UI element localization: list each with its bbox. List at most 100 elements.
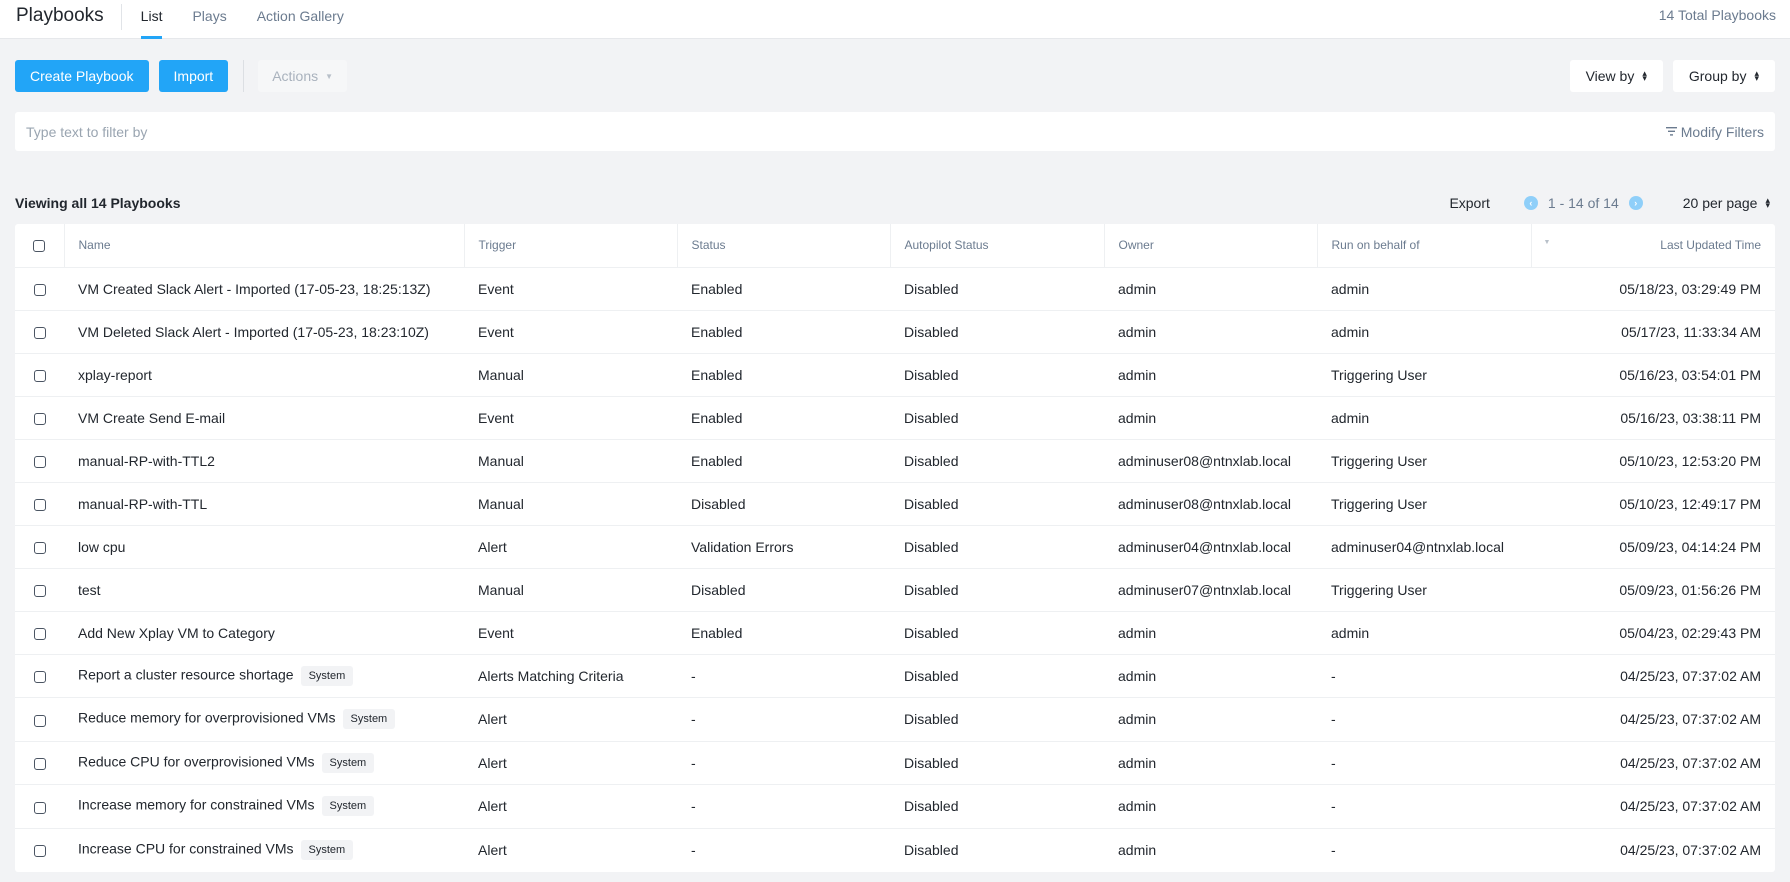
last-updated-cell: 05/16/23, 03:54:01 PM <box>1531 353 1775 397</box>
run-on-behalf-cell: admin <box>1317 611 1531 655</box>
table-row[interactable]: manual-RP-with-TTL Manual Disabled Disabled… <box>15 482 1775 526</box>
trigger-cell: Alert <box>464 697 677 742</box>
playbook-name-cell: Reduce memory for overprovisioned VMs Sys… <box>64 697 464 742</box>
last-updated-cell: 05/17/23, 11:33:34 AM <box>1531 310 1775 354</box>
column-header-trigger[interactable]: Trigger <box>464 224 678 268</box>
row-checkbox[interactable] <box>33 758 46 771</box>
row-checkbox[interactable] <box>33 455 46 468</box>
page-range: 1 - 14 of 14 <box>1547 195 1619 211</box>
row-checkbox[interactable] <box>33 801 46 814</box>
row-checkbox[interactable] <box>33 714 46 727</box>
run-on-behalf-cell: - <box>1317 697 1531 742</box>
owner-cell: adminuser08@ntnxlab.local <box>1104 439 1317 483</box>
table-row[interactable]: test Manual Disabled Disabled adminuser07@nt… <box>15 568 1775 612</box>
table-row[interactable]: Add New Xplay VM to Category Event Enabled… <box>15 611 1775 655</box>
autopilot-status-cell: Disabled <box>890 784 1104 829</box>
view-by-dropdown[interactable]: View by ▴ ▾ <box>1569 60 1663 92</box>
table-row[interactable]: VM Create Send E-mail Event Enabled Disable… <box>15 396 1775 440</box>
row-select-cell <box>15 784 64 829</box>
sort-descending-icon[interactable]: ▼ <box>1544 239 1551 246</box>
modify-filters-button[interactable]: Modify Filters <box>1665 123 1775 140</box>
playbook-name-link[interactable]: VM Create Send E-mail <box>78 410 225 426</box>
create-playbook-button[interactable]: Create Playbook <box>15 60 149 92</box>
system-badge: System <box>342 709 396 730</box>
system-badge: System <box>300 665 354 686</box>
owner-cell: admin <box>1104 310 1317 354</box>
table-row[interactable]: Increase memory for constrained VMs Syste… <box>15 784 1775 829</box>
group-by-dropdown[interactable]: Group by ▴ ▾ <box>1672 60 1775 92</box>
playbook-name-link[interactable]: Reduce CPU for overprovisioned VMs <box>78 753 315 769</box>
run-on-behalf-cell: - <box>1317 654 1531 698</box>
playbook-name-link[interactable]: test <box>78 582 101 598</box>
row-checkbox[interactable] <box>33 584 46 597</box>
playbook-name-link[interactable]: Increase memory for constrained VMs <box>78 797 315 813</box>
playbook-name-link[interactable]: Increase CPU for constrained VMs <box>78 841 294 857</box>
autopilot-status-cell: Disabled <box>890 439 1104 483</box>
column-header-owner[interactable]: Owner <box>1104 224 1318 268</box>
playbook-name-link[interactable]: Add New Xplay VM to Category <box>78 625 275 641</box>
column-header-status[interactable]: Status <box>677 224 891 268</box>
row-checkbox[interactable] <box>33 671 46 684</box>
row-checkbox[interactable] <box>33 541 46 554</box>
table-row[interactable]: xplay-report Manual Enabled Disabled admin Tr… <box>15 353 1775 397</box>
tab-list[interactable]: List <box>140 0 162 39</box>
run-on-behalf-cell: - <box>1331 842 1336 858</box>
table-row[interactable]: manual-RP-with-TTL2 Manual Enabled Disabled… <box>15 439 1775 483</box>
sort-updown-icon: ▴ ▾ <box>1642 68 1647 83</box>
row-checkbox[interactable] <box>33 326 46 339</box>
actions-label: Actions <box>272 68 319 84</box>
playbook-name-link[interactable]: manual-RP-with-TTL2 <box>78 453 215 469</box>
modify-filters-label: Modify Filters <box>1680 123 1764 140</box>
playbook-name-link[interactable]: low cpu <box>78 539 125 555</box>
row-checkbox[interactable] <box>33 845 46 858</box>
table-row[interactable]: VM Deleted Slack Alert - Imported (17-05… <box>15 310 1775 354</box>
tab-action-gallery[interactable]: Action Gallery <box>257 0 344 32</box>
trigger-cell: Manual <box>464 353 677 397</box>
playbook-name-link[interactable]: VM Created Slack Alert - Imported (17-05… <box>78 281 431 297</box>
run-on-behalf-cell: - <box>1317 741 1531 785</box>
last-updated-cell: 04/25/23, 07:37:02 AM <box>1531 697 1775 742</box>
group-by-label: Group by <box>1688 68 1747 84</box>
select-all-checkbox[interactable] <box>33 240 46 253</box>
playbook-name-link[interactable]: Report a cluster resource shortage <box>78 666 294 682</box>
table-row[interactable]: VM Created Slack Alert - Imported (17-05… <box>15 267 1775 311</box>
table-row[interactable]: low cpu Alert Validation Errors Disabled adm… <box>15 525 1775 569</box>
column-header-autopilot-status[interactable]: Autopilot Status <box>890 224 1105 268</box>
playbook-name-link[interactable]: Reduce memory for overprovisioned VMs <box>78 710 336 726</box>
filter-input[interactable] <box>15 112 1666 151</box>
toolbar-divider <box>243 60 245 92</box>
row-checkbox[interactable] <box>33 369 46 382</box>
previous-page-icon[interactable]: ‹ <box>1523 196 1538 210</box>
status-cell: - <box>677 741 890 785</box>
playbook-name-link[interactable]: xplay-report <box>78 367 152 383</box>
autopilot-status-cell: Disabled <box>890 353 1104 397</box>
last-updated-cell: 05/16/23, 03:38:11 PM <box>1531 396 1775 440</box>
table-row[interactable]: Report a cluster resource shortage System… <box>15 654 1775 698</box>
trigger-cell: Event <box>464 267 677 311</box>
filter-icon <box>1665 127 1677 136</box>
row-checkbox[interactable] <box>33 283 46 296</box>
playbook-name-link[interactable]: manual-RP-with-TTL <box>78 496 207 512</box>
playbook-name-link[interactable]: VM Deleted Slack Alert - Imported (17-05… <box>78 324 429 340</box>
next-page-icon[interactable]: › <box>1628 196 1643 210</box>
column-header-run-on-behalf-of[interactable]: Run on behalf of <box>1317 224 1532 268</box>
per-page-dropdown[interactable]: 20 per page ▴ ▾ <box>1683 195 1770 211</box>
last-updated-cell: 05/10/23, 12:53:20 PM <box>1531 439 1775 483</box>
row-checkbox[interactable] <box>33 627 46 640</box>
column-header-last-updated-label: Last Updated Time <box>1660 238 1761 253</box>
column-header-last-updated[interactable]: ▼ Last Updated Time <box>1531 224 1775 268</box>
export-button[interactable]: Export <box>1449 195 1489 211</box>
column-header-name[interactable]: Name <box>64 224 465 268</box>
tab-plays[interactable]: Plays <box>192 0 226 32</box>
table-row[interactable]: Reduce CPU for overprovisioned VMs System… <box>15 741 1775 785</box>
actions-dropdown[interactable]: Actions ▼ <box>258 60 348 92</box>
last-updated-cell: 05/09/23, 01:56:26 PM <box>1531 568 1775 612</box>
table-row[interactable]: Reduce memory for overprovisioned VMs Sys… <box>15 697 1775 742</box>
table-row[interactable]: Increase CPU for constrained VMs System Al… <box>15 828 1775 872</box>
pager: ‹ 1 - 14 of 14 › <box>1523 195 1643 211</box>
status-cell: - <box>691 842 696 858</box>
import-button[interactable]: Import <box>158 60 229 92</box>
row-checkbox[interactable] <box>33 498 46 511</box>
playbooks-table: Name Trigger Status Autopilot Status Own… <box>15 224 1775 872</box>
row-checkbox[interactable] <box>33 412 46 425</box>
